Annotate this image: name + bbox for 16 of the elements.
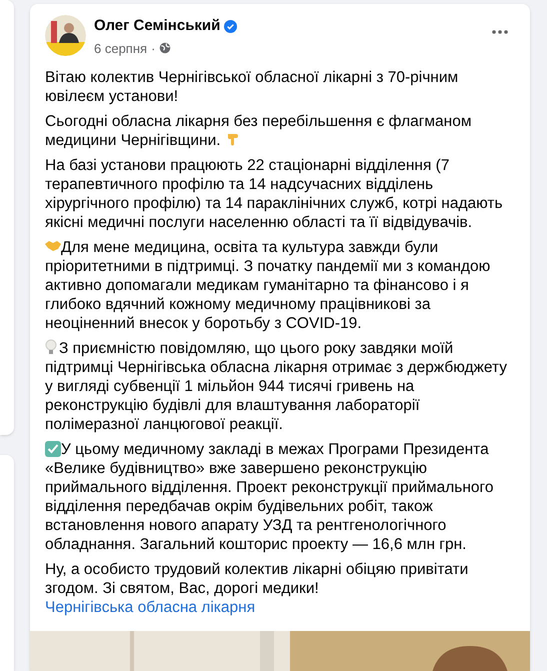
post-paragraph: Вітаю колектив Чернігівської обласної лікарні з 70-річним ювілеєм установи!: [45, 68, 460, 106]
author-name[interactable]: Олег Семінський: [94, 15, 220, 38]
handshake-icon: [45, 239, 61, 253]
post-paragraph: Сьогодні обласна лікарня без перебільшення є флагманом медицини Чернігівщини.: [45, 112, 472, 150]
light-bulb-icon: [45, 339, 57, 355]
post-paragraph: Ну, а особисто трудовий колектив лікарні обіцяю привітати згодом. Зі святом, Вас, дорогі медики! Чернігівська обласна лікарня: [45, 560, 470, 617]
post-paragraph: У цьому медичному закладі в межах Програми Президента «Велике будівництво» вже завершено реконструкцію приймального відділення. Проект реконструкції приймального відділення передбачав окрім будівельних робіт, також встановлення нового апарату УЗД та рентгенологічного обладнання. Загальний кошторис проекту — 16,6 млн грн.: [45, 440, 494, 554]
more-icon: [492, 30, 508, 34]
post-paragraph: На базі установи працюють 22 стаціонарні відділення (7 терапевтичного профілю та 14 надсучасних відділень хірургічного профілю) та 14 параклінічних служб, котрі надають якісні медичні послуги населенню області та її відвідувачів.: [45, 156, 504, 232]
page-link[interactable]: Чернігівська обласна лікарня: [45, 599, 256, 616]
globe-icon: [159, 42, 172, 54]
post-paragraph: З приємністю повідомляю, що цього року завдяки моїй підтримці Чернігівська обласна лікарня отримає з держбюджету у вигляді субвенції 1 мільйон 944 тисячі гривень на реконструкцію будівлі для влаштування лабораторії полімеразної ланцюгової реакції.: [45, 339, 508, 434]
post-date[interactable]: 6 серпня: [94, 38, 148, 58]
post-paragraph: Для мене медицина, освіта та культура завжди були пріоритетними в підтримці. З початку пандемії ми з командою активно допомагали медикам гуманітарно та фінансово і я глибоко вдячний кожному медичному працівникові за неоціненний внесок у боротьбу з COVID-19.: [45, 238, 492, 333]
check-box-icon: [45, 441, 61, 457]
separator-dot: ·: [151, 40, 156, 58]
